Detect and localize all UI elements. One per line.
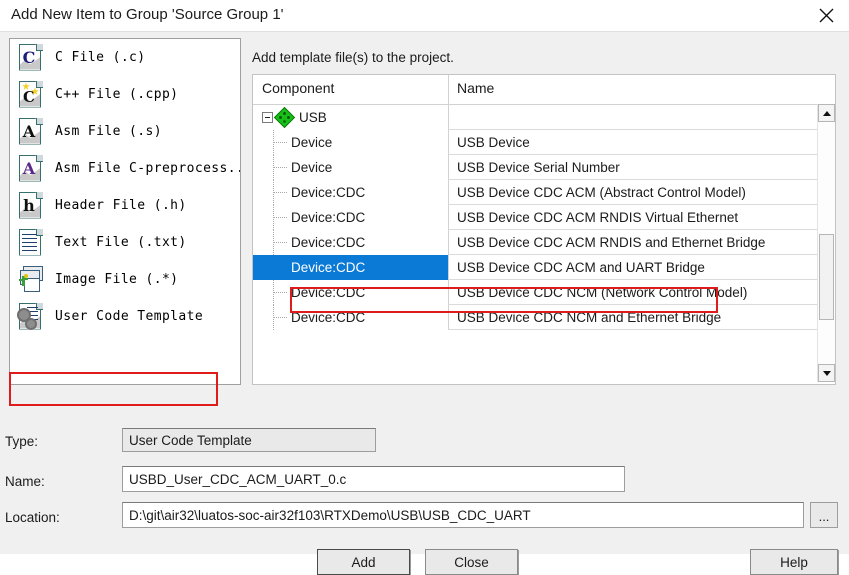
tree-component-label: Device:CDC xyxy=(291,310,366,325)
type-item-label: Asm File C-preprocess... xyxy=(55,161,241,176)
title-bar: Add New Item to Group 'Source Group 1' xyxy=(0,0,849,31)
template-type-list[interactable]: C C File (.c) C C++ File (.cpp) A Asm Fi… xyxy=(9,38,241,385)
column-header-component[interactable]: Component xyxy=(262,80,334,96)
user-code-template-icon xyxy=(17,302,45,332)
tree-component-label: Device xyxy=(291,160,333,175)
type-label: Type: xyxy=(5,434,39,449)
header-file-icon: h xyxy=(17,191,45,221)
tree-component-label: Device:CDC xyxy=(291,260,366,275)
page-title: Add New Item to Group 'Source Group 1' xyxy=(11,6,284,23)
tree-cell-component[interactable]: Device:CDC xyxy=(253,180,448,205)
asm-preprocess-file-icon: A xyxy=(17,154,45,184)
type-item-label: Asm File (.s) xyxy=(55,124,162,139)
type-item-header-file[interactable]: h Header File (.h) xyxy=(10,187,240,224)
tree-cell-component[interactable]: Device:CDC xyxy=(253,280,448,305)
tree-cell-name: USB Device Serial Number xyxy=(448,155,835,180)
tree-row-cdc-ncm[interactable]: Device:CDC USB Device CDC NCM (Network C… xyxy=(253,280,835,305)
tree-row-cdc-acm-uart-bridge[interactable]: Device:CDC USB Device CDC ACM and UART B… xyxy=(253,255,835,280)
tree-cell-name: USB Device CDC NCM and Ethernet Bridge xyxy=(448,305,835,330)
scroll-up-arrow-icon xyxy=(822,110,831,116)
close-button[interactable] xyxy=(803,0,849,31)
tree-component-label: Device:CDC xyxy=(291,285,366,300)
asm-file-icon: A xyxy=(17,117,45,147)
component-diamond-icon xyxy=(273,106,296,129)
tree-row-cdc-acm-rndis[interactable]: Device:CDC USB Device CDC ACM RNDIS Virt… xyxy=(253,205,835,230)
tree-cell-name: USB Device CDC ACM RNDIS and Ethernet Br… xyxy=(448,230,835,255)
tree-component-label: Device xyxy=(291,135,333,150)
cpp-file-icon: C xyxy=(17,80,45,110)
type-item-cpp-file[interactable]: C C++ File (.cpp) xyxy=(10,76,240,113)
tree-cell-component[interactable]: Device xyxy=(253,130,448,155)
tree-row-cdc-acm[interactable]: Device:CDC USB Device CDC ACM (Abstract … xyxy=(253,180,835,205)
tree-component-label: Device:CDC xyxy=(291,185,366,200)
location-input[interactable]: D:\git\air32\luatos-soc-air32f103\RTXDem… xyxy=(122,502,804,528)
type-item-label: Image File (.*) xyxy=(55,272,179,287)
close-icon xyxy=(819,8,834,23)
tree-cell-component[interactable]: Device:CDC xyxy=(253,305,448,330)
tree-cell-component[interactable]: Device:CDC xyxy=(253,255,448,280)
tree-cell-name: USB Device xyxy=(448,130,835,155)
type-item-user-code-template[interactable]: User Code Template xyxy=(10,298,240,335)
type-item-label: C++ File (.cpp) xyxy=(55,87,179,102)
browse-button[interactable]: ... xyxy=(810,502,838,528)
scroll-down-button[interactable] xyxy=(818,364,835,382)
tree-row-cdc-acm-rndis-bridge[interactable]: Device:CDC USB Device CDC ACM RNDIS and … xyxy=(253,230,835,255)
tree-cell-component[interactable]: USB xyxy=(253,105,448,130)
image-file-icon xyxy=(17,265,45,295)
column-divider[interactable] xyxy=(448,75,449,104)
scroll-up-button[interactable] xyxy=(818,104,835,122)
tree-component-label: Device:CDC xyxy=(291,235,366,250)
add-template-hint: Add template file(s) to the project. xyxy=(252,50,454,65)
tree-cell-component[interactable]: Device:CDC xyxy=(253,230,448,255)
tree-cell-name: USB Device CDC ACM RNDIS Virtual Etherne… xyxy=(448,205,835,230)
type-item-label: Header File (.h) xyxy=(55,198,187,213)
type-item-c-file[interactable]: C C File (.c) xyxy=(10,39,240,76)
name-label: Name: xyxy=(5,474,45,489)
name-input[interactable]: USBD_User_CDC_ACM_UART_0.c xyxy=(122,466,625,492)
scrollbar-thumb[interactable] xyxy=(819,234,834,320)
c-file-icon: C xyxy=(17,43,45,73)
text-file-icon xyxy=(17,228,45,258)
type-field: User Code Template xyxy=(122,428,376,452)
tree-cell-name: USB Device CDC ACM and UART Bridge xyxy=(448,255,835,280)
tree-cell-component[interactable]: Device xyxy=(253,155,448,180)
dialog-body: C C File (.c) C C++ File (.cpp) A Asm Fi… xyxy=(0,31,849,575)
tree-cell-component[interactable]: Device:CDC xyxy=(253,205,448,230)
tree-cell-name xyxy=(448,105,835,130)
collapse-minus-icon[interactable] xyxy=(262,112,273,123)
tree-component-label: Device:CDC xyxy=(291,210,366,225)
tree-row-device-serial[interactable]: Device USB Device Serial Number xyxy=(253,155,835,180)
tree-cell-name: USB Device CDC NCM (Network Control Mode… xyxy=(448,280,835,305)
type-item-asm-preprocess-file[interactable]: A Asm File C-preprocess... xyxy=(10,150,240,187)
column-header-name[interactable]: Name xyxy=(457,80,494,96)
type-item-asm-file[interactable]: A Asm File (.s) xyxy=(10,113,240,150)
template-tree-panel[interactable]: Component Name USB Device USB Device Dev… xyxy=(252,74,836,385)
tree-rows: USB Device USB Device Device USB Device … xyxy=(253,105,835,383)
type-item-label: User Code Template xyxy=(55,309,204,324)
scroll-down-arrow-icon xyxy=(822,370,831,376)
tree-row-cdc-ncm-bridge[interactable]: Device:CDC USB Device CDC NCM and Ethern… xyxy=(253,305,835,330)
location-label: Location: xyxy=(5,510,60,525)
tree-row-device[interactable]: Device USB Device xyxy=(253,130,835,155)
type-item-text-file[interactable]: Text File (.txt) xyxy=(10,224,240,261)
type-item-label: C File (.c) xyxy=(55,50,146,65)
tree-vertical-scrollbar[interactable] xyxy=(817,104,835,382)
tree-row-usb[interactable]: USB xyxy=(253,105,835,130)
tree-component-label: USB xyxy=(299,110,327,125)
tree-cell-name: USB Device CDC ACM (Abstract Control Mod… xyxy=(448,180,835,205)
type-item-image-file[interactable]: Image File (.*) xyxy=(10,261,240,298)
tree-header: Component Name xyxy=(253,75,835,105)
type-item-label: Text File (.txt) xyxy=(55,235,187,250)
